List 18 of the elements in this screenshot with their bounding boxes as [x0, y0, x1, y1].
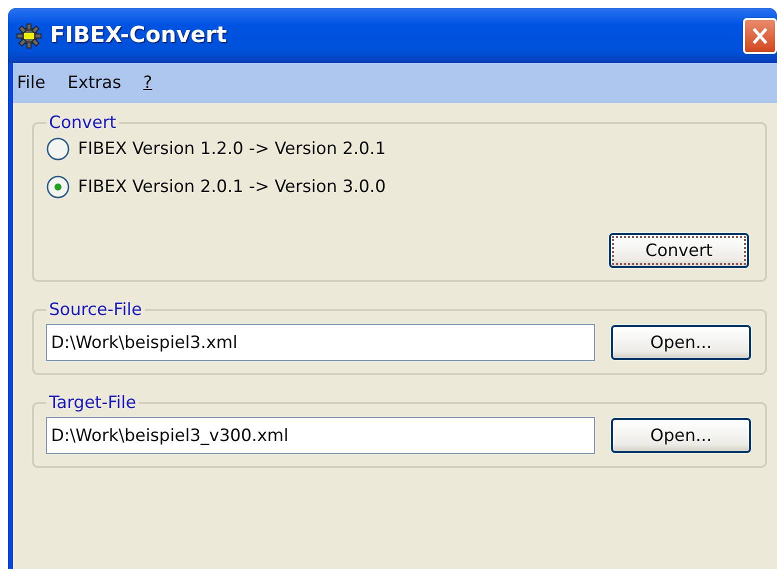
menu-item[interactable]: File	[17, 73, 46, 93]
open-button[interactable]: Open...	[611, 418, 751, 453]
group-label: Source-File	[48, 300, 143, 320]
group-label: Convert	[48, 113, 118, 133]
menu-item[interactable]: Extras	[67, 73, 122, 93]
group-label: Target-File	[48, 393, 138, 413]
radio-label[interactable]: FIBEX Version 1.2.0 -> Version 2.0.1	[78, 139, 386, 159]
radio-button[interactable]	[46, 175, 70, 199]
close-icon[interactable]	[743, 18, 777, 54]
convert-button[interactable]: Convert	[609, 233, 749, 268]
gear-icon	[16, 22, 42, 48]
open-button[interactable]: Open...	[611, 325, 751, 360]
radio-label[interactable]: FIBEX Version 2.0.1 -> Version 3.0.0	[78, 177, 386, 197]
radio-button[interactable]	[46, 137, 70, 161]
path-field[interactable]: D:\Work\beispiel3_v300.xml	[46, 417, 595, 454]
path-field[interactable]: D:\Work\beispiel3.xml	[46, 324, 595, 361]
window-title: FIBEX-Convert	[50, 23, 227, 48]
menu-item[interactable]: ?	[143, 73, 152, 93]
